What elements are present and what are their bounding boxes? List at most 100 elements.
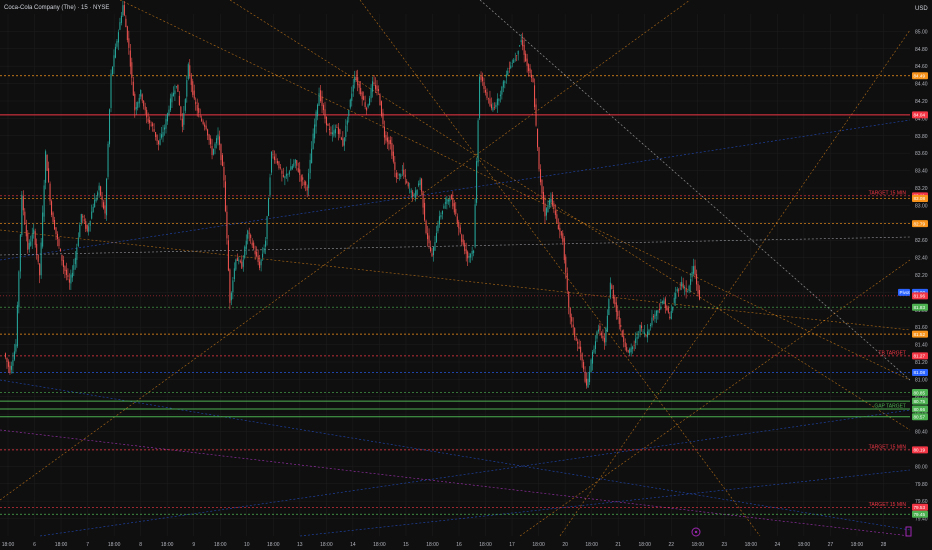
candle-body xyxy=(175,86,177,88)
candle-body xyxy=(288,171,290,175)
candle-body xyxy=(635,338,637,343)
candle-body xyxy=(230,292,232,301)
candle-body xyxy=(256,251,258,257)
candle-body xyxy=(364,102,366,108)
x-tick-label: 17 xyxy=(509,542,515,548)
candle-body xyxy=(51,201,53,215)
candle-body xyxy=(320,90,322,102)
candle-body xyxy=(58,239,60,246)
candle-body xyxy=(103,202,105,209)
x-tick-label: 18:00 xyxy=(851,542,864,548)
pivot-tag-label: Pivot xyxy=(900,290,911,295)
candle-body xyxy=(49,183,51,202)
candle-body xyxy=(180,106,182,117)
candle-body xyxy=(238,259,240,262)
x-tick-label: 18:00 xyxy=(2,542,15,548)
candle-body xyxy=(410,190,412,193)
price-chart[interactable]: TARGET 15 MIN TB TARGET GAP TARGET TARGET 1… xyxy=(0,0,932,550)
x-tick-label: 18:00 xyxy=(320,542,333,548)
candle-body xyxy=(143,100,145,107)
candle-body xyxy=(262,253,264,258)
candle-body xyxy=(153,129,155,132)
x-tick-label: 16 xyxy=(456,542,462,548)
candle-body xyxy=(449,199,451,202)
candle-body xyxy=(528,64,530,72)
candle-body xyxy=(129,50,131,67)
candle-body xyxy=(352,84,354,92)
candle-body xyxy=(345,125,347,137)
candle-body xyxy=(218,136,221,145)
candle-body xyxy=(348,109,350,116)
candle-body xyxy=(553,203,555,209)
candle-body xyxy=(259,261,261,268)
candle-body xyxy=(620,324,622,327)
y-tick-label: 79.80 xyxy=(915,482,928,488)
candle-body xyxy=(108,109,111,145)
candle-body xyxy=(100,186,102,195)
candle-body xyxy=(113,55,115,67)
candle-body xyxy=(327,124,329,126)
candle-body xyxy=(97,192,99,196)
candle-body xyxy=(247,230,249,239)
candle-body xyxy=(323,105,325,111)
candle-body xyxy=(346,120,348,125)
candle-body xyxy=(204,124,206,127)
x-tick-label: 7 xyxy=(86,542,89,548)
candle-body xyxy=(311,148,313,164)
candle-body xyxy=(514,58,516,60)
candle-body xyxy=(516,55,518,56)
candle-body xyxy=(455,208,457,215)
candle-body xyxy=(486,92,488,98)
candle-body xyxy=(31,234,33,242)
candle-body xyxy=(330,132,332,134)
candle-body xyxy=(54,219,56,230)
candle-body xyxy=(525,53,527,62)
candle-body xyxy=(242,259,244,267)
candle-body xyxy=(294,159,296,164)
x-tick-label: 20 xyxy=(562,542,568,548)
candle-body xyxy=(575,337,577,341)
candle-body xyxy=(297,168,299,172)
candle-body xyxy=(456,216,458,223)
candle-body xyxy=(609,282,611,298)
candle-body xyxy=(519,45,521,47)
candle-body xyxy=(608,299,610,316)
candle-body xyxy=(273,156,275,160)
candle-body xyxy=(465,249,467,254)
candle-body xyxy=(355,76,357,80)
candle-body xyxy=(458,221,460,229)
candle-body xyxy=(62,260,64,267)
candle-body xyxy=(652,316,654,318)
candle-body xyxy=(169,98,171,111)
candle-body xyxy=(290,166,292,171)
candle-body xyxy=(52,212,54,223)
candle-body xyxy=(554,210,556,215)
candle-body xyxy=(254,250,256,255)
candle-body xyxy=(586,378,588,386)
candle-body xyxy=(446,198,448,204)
x-tick-label: 15 xyxy=(403,542,409,548)
candle-body xyxy=(315,111,317,127)
candle-body xyxy=(547,205,549,213)
candle-body xyxy=(321,96,323,107)
candle-body xyxy=(132,81,134,96)
candle-body xyxy=(275,158,277,160)
level-label: TARGET 15 MIN xyxy=(869,444,907,450)
level-label: TARGET 15 MIN xyxy=(869,502,907,508)
candle-body xyxy=(418,183,420,186)
candle-body xyxy=(606,315,608,332)
candle-body xyxy=(287,174,289,175)
candle-body xyxy=(373,82,375,85)
candle-body xyxy=(669,316,671,318)
candle-body xyxy=(88,226,90,232)
candle-body xyxy=(324,109,326,119)
candle-body xyxy=(615,302,617,313)
candle-body xyxy=(213,148,215,155)
candle-body xyxy=(403,169,405,175)
candle-body xyxy=(580,346,582,353)
candle-body xyxy=(419,179,421,185)
candle-body xyxy=(92,206,94,213)
candle-body xyxy=(581,353,583,361)
candle-body xyxy=(654,314,656,319)
candle-body xyxy=(149,119,151,124)
